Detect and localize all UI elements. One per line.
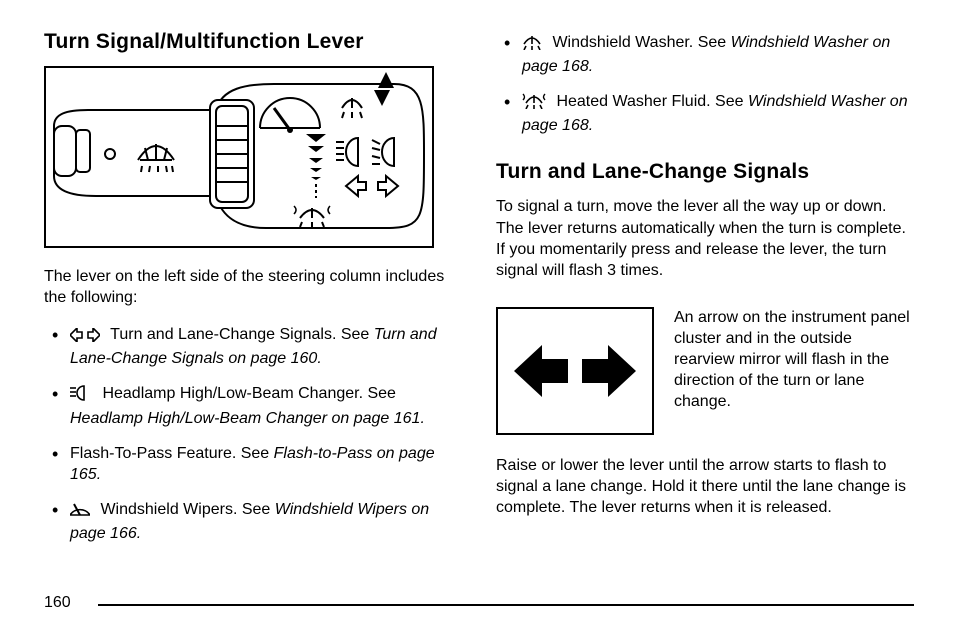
lever-intro-text: The lever on the left side of the steeri… bbox=[44, 266, 462, 308]
list-ref: Headlamp High/Low-Beam Changer on page 1… bbox=[70, 410, 425, 427]
arrow-indicator-figure bbox=[496, 307, 654, 435]
list-text: Turn and Lane-Change Signals. See bbox=[110, 326, 374, 343]
turn-arrows-icon bbox=[70, 327, 100, 348]
list-item: Heated Washer Fluid. See Windshield Wash… bbox=[522, 91, 914, 136]
page-footer: 160 bbox=[44, 594, 914, 614]
right-arrow-icon bbox=[578, 341, 638, 401]
washer-icon bbox=[522, 32, 542, 56]
manual-page: Turn Signal/Multifunction Lever bbox=[0, 0, 954, 636]
list-text: Windshield Wipers. See bbox=[100, 501, 274, 518]
list-text: Windshield Washer. See bbox=[552, 34, 730, 51]
lever-diagram bbox=[44, 66, 434, 248]
headlamp-icon bbox=[70, 385, 92, 407]
list-item: Turn and Lane-Change Signals. See Turn a… bbox=[70, 324, 462, 369]
lever-feature-list: Turn and Lane-Change Signals. See Turn a… bbox=[44, 324, 462, 558]
lever-diagram-svg bbox=[46, 68, 432, 246]
heading-turn-signal-lever: Turn Signal/Multifunction Lever bbox=[44, 30, 462, 54]
page-number: 160 bbox=[44, 594, 71, 612]
list-text: Headlamp High/Low-Beam Changer. See bbox=[102, 385, 396, 402]
list-text: Heated Washer Fluid. See bbox=[556, 93, 748, 110]
footer-rule bbox=[98, 604, 914, 606]
list-item: Headlamp High/Low-Beam Changer. See Head… bbox=[70, 383, 462, 428]
left-column: Turn Signal/Multifunction Lever bbox=[44, 30, 462, 616]
left-arrow-icon bbox=[512, 341, 572, 401]
list-item: Windshield Washer. See Windshield Washer… bbox=[522, 32, 914, 77]
heading-turn-lane-change: Turn and Lane-Change Signals bbox=[496, 160, 914, 184]
arrow-figure-row: An arrow on the instrument panel cluster… bbox=[496, 307, 914, 435]
turn-lane-para1: To signal a turn, move the lever all the… bbox=[496, 196, 914, 280]
list-item: Flash-To-Pass Feature. See Flash-to-Pass… bbox=[70, 443, 462, 485]
list-text: Flash-To-Pass Feature. See bbox=[70, 445, 274, 462]
list-item: Windshield Wipers. See Windshield Wipers… bbox=[70, 499, 462, 544]
turn-lane-para2: Raise or lower the lever until the arrow… bbox=[496, 455, 914, 518]
right-column: Windshield Washer. See Windshield Washer… bbox=[496, 30, 914, 616]
lever-feature-list-cont: Windshield Washer. See Windshield Washer… bbox=[496, 32, 914, 150]
arrow-caption: An arrow on the instrument panel cluster… bbox=[674, 307, 914, 413]
heated-washer-icon bbox=[522, 91, 546, 115]
wiper-icon bbox=[70, 501, 90, 523]
